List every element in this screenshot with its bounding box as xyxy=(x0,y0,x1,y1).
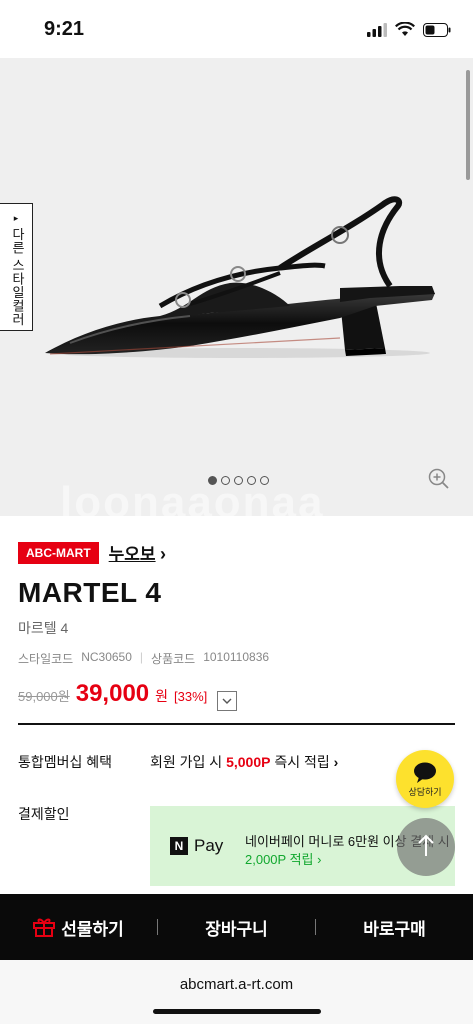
section-divider xyxy=(18,723,455,725)
pagination-dot-4[interactable] xyxy=(247,476,256,485)
shoe-image xyxy=(45,196,435,358)
image-watermark: loonaaonaa xyxy=(60,478,325,516)
status-time: 9:21 xyxy=(44,18,85,40)
home-indicator[interactable] xyxy=(153,1009,321,1014)
cart-button[interactable]: 장바구니 xyxy=(158,915,315,940)
status-bar: 9:21 xyxy=(0,0,473,58)
pagination-dot-2[interactable] xyxy=(221,476,230,485)
page-scrollbar[interactable] xyxy=(466,70,470,180)
style-code: NC30650 xyxy=(81,650,132,664)
consult-label: 상담하기 xyxy=(408,787,442,797)
membership-points: 5,000P xyxy=(226,754,271,770)
status-icons xyxy=(367,22,451,37)
bottom-action-bar: 선물하기 장바구니 바로구매 xyxy=(0,894,473,960)
wifi-icon xyxy=(395,22,415,36)
zoom-icon[interactable] xyxy=(428,468,450,490)
carousel-pagination xyxy=(208,476,269,485)
signal-icon xyxy=(367,22,387,37)
price-row: 59,000원 39,000 원 [33%] xyxy=(18,680,238,711)
browser-url-bar[interactable]: abcmart.a-rt.com xyxy=(0,960,473,1024)
arrow-up-icon xyxy=(418,834,434,856)
sale-price: 39,000 xyxy=(75,680,150,707)
consult-chat-button[interactable]: 상담하기 xyxy=(396,750,454,808)
battery-icon xyxy=(423,22,451,37)
product-image-carousel[interactable]: loonaaonaa ▸ 다른 스타일컬러 xyxy=(0,58,473,516)
npay-text: Pay xyxy=(194,836,224,855)
brand-row: ABC-MART 누오보 › xyxy=(18,540,166,565)
price-currency: 원 xyxy=(155,688,169,704)
gift-label: 선물하기 xyxy=(61,919,124,939)
pagination-dot-3[interactable] xyxy=(234,476,243,485)
side-tab-text: 다른 스타일컬러 xyxy=(10,227,25,327)
url-text: abcmart.a-rt.com xyxy=(179,976,294,993)
code-divider: | xyxy=(139,650,144,664)
scroll-top-button[interactable] xyxy=(397,818,455,876)
tab-arrow-icon: ▸ xyxy=(12,214,22,228)
naver-n-icon: N xyxy=(170,837,188,855)
product-codes: 스타일코드 NC30650 | 상품코드 1010110836 xyxy=(18,650,269,667)
other-style-color-tab[interactable]: ▸ 다른 스타일컬러 xyxy=(0,203,33,331)
price-detail-toggle[interactable] xyxy=(217,691,238,711)
product-code: 1010110836 xyxy=(203,650,270,664)
discount-rate: [33%] xyxy=(174,689,208,704)
brand-name: 누오보 xyxy=(108,545,156,564)
membership-prefix: 회원 가입 시 xyxy=(150,754,223,770)
pagination-dot-1[interactable] xyxy=(208,476,217,485)
product-title: MARTEL 4 xyxy=(18,577,162,608)
store-badge: ABC-MART xyxy=(18,541,99,564)
product-subtitle: 마르텔 4 xyxy=(18,620,69,636)
chevron-down-icon xyxy=(222,698,232,704)
membership-benefit-label: 통합멤버십 혜택 xyxy=(18,754,113,770)
chevron-right-icon: › xyxy=(333,754,339,770)
membership-benefit-link[interactable]: 회원 가입 시 5,000P 즉시 적립 › xyxy=(150,752,338,772)
membership-suffix: 즉시 적립 xyxy=(274,754,330,770)
chat-bubble-icon xyxy=(414,762,436,783)
payment-discount-label: 결제할인 xyxy=(18,806,70,822)
gift-button[interactable]: 선물하기 xyxy=(0,915,157,940)
pagination-dot-5[interactable] xyxy=(260,476,269,485)
product-code-label: 상품코드 xyxy=(151,652,196,666)
cart-label: 장바구니 xyxy=(205,919,268,939)
gift-icon xyxy=(33,918,56,937)
buy-now-button[interactable]: 바로구매 xyxy=(316,915,473,940)
npay-logo: N Pay xyxy=(170,836,223,856)
npay-points-text: 2,000P 적립 › xyxy=(245,852,322,867)
brand-chevron-icon: › xyxy=(160,544,167,564)
style-code-label: 스타일코드 xyxy=(18,652,74,666)
brand-link[interactable]: 누오보 › xyxy=(109,540,166,565)
buy-now-label: 바로구매 xyxy=(363,919,426,939)
other-style-color-label: ▸ 다른 스타일컬러 xyxy=(8,214,27,326)
original-price: 59,000원 xyxy=(18,689,70,704)
